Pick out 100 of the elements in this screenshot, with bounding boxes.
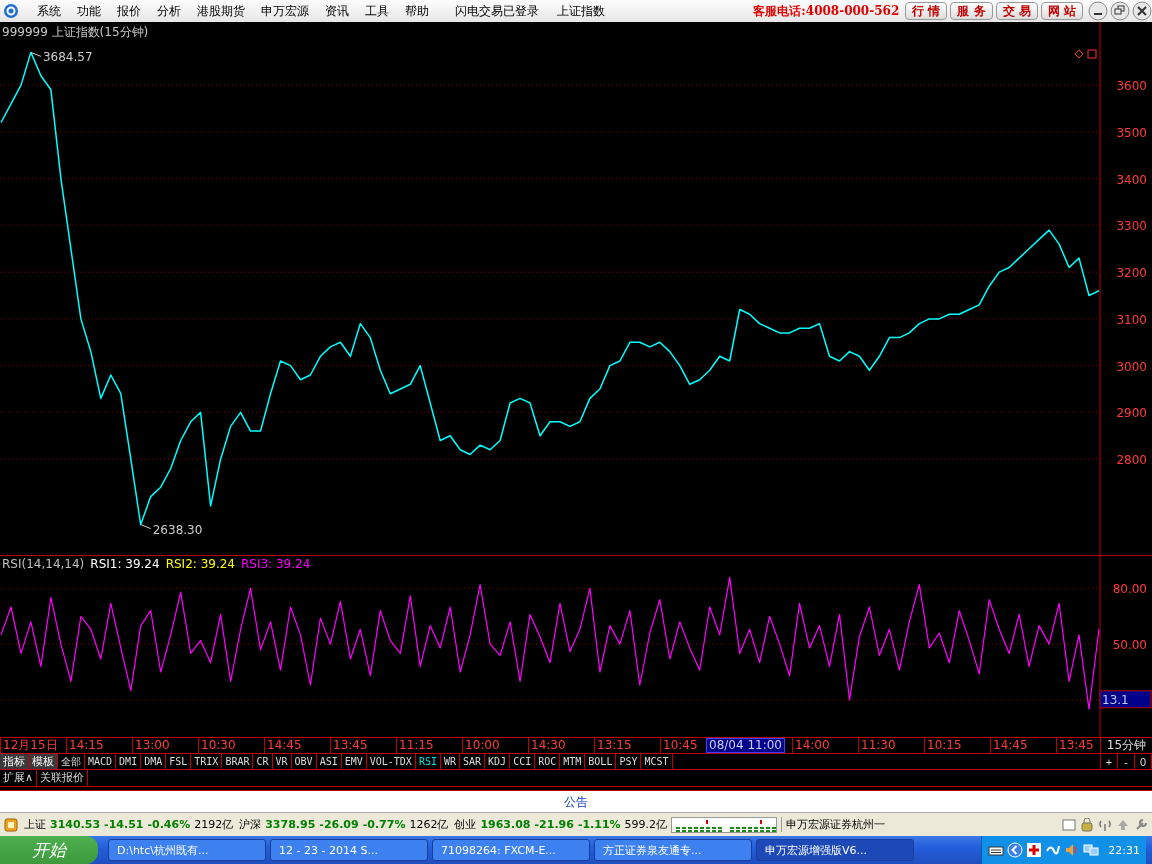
time-label: 12月15日 xyxy=(0,738,66,753)
indicator-tab[interactable]: ROC xyxy=(535,754,561,769)
indicator-tab[interactable]: 指标 xyxy=(0,754,29,769)
index-value: 1963.08 xyxy=(480,818,531,831)
indicator-tab[interactable]: DMA xyxy=(141,754,167,769)
market-bars-icon xyxy=(671,816,778,833)
wrench-icon[interactable] xyxy=(1134,817,1148,832)
site-button[interactable]: 行 情 xyxy=(905,2,948,20)
index-percent: -1.11% xyxy=(577,818,621,831)
axis-label: 3600 xyxy=(1116,79,1147,94)
minimize-icon[interactable] xyxy=(1088,1,1108,21)
menu-item[interactable]: 报价 xyxy=(109,2,149,20)
time-label: 10:30 xyxy=(198,738,264,753)
time-label: 13:15 xyxy=(594,738,660,753)
period-label[interactable]: 15分钟 xyxy=(1100,738,1152,753)
restore-icon[interactable] xyxy=(1110,1,1130,21)
index-change: -14.51 xyxy=(104,818,144,831)
legend-item: RSI1: 39.24 xyxy=(90,557,160,571)
site-button[interactable]: 网 站 xyxy=(1040,2,1083,20)
taskbar-button[interactable]: D:\htc\杭州既有... xyxy=(108,839,266,861)
legend-item: RSI2: 39.24 xyxy=(165,557,235,571)
time-label: 10:00 xyxy=(462,738,528,753)
menu-item[interactable]: 帮助 xyxy=(397,2,437,20)
time-label: 14:45 xyxy=(990,738,1056,753)
indicator-tab[interactable]: CCI xyxy=(510,754,536,769)
axis-label: 50.00 xyxy=(1112,638,1147,653)
indicator-tab[interactable]: KDJ xyxy=(485,754,511,769)
chevron-icon[interactable] xyxy=(1007,842,1024,858)
menu-item[interactable]: 申万宏源 xyxy=(253,2,317,20)
axis-label: 3000 xyxy=(1116,359,1147,374)
index-percent: -0.77% xyxy=(362,818,406,831)
time-label: 11:15 xyxy=(396,738,462,753)
chart-title: 999999 上证指数(15分钟) xyxy=(2,25,149,39)
index-name: 沪深 xyxy=(239,817,262,832)
indicator-tab[interactable]: MACD xyxy=(85,754,117,769)
annotation: 2638.30 xyxy=(152,522,203,537)
extra-tab[interactable]: 扩展∧ xyxy=(0,770,38,786)
index-percent: -0.46% xyxy=(147,818,191,831)
cross-icon[interactable] xyxy=(1026,842,1043,858)
legend-item: RSI(14,14,14) xyxy=(2,557,85,571)
time-label: 13:45 xyxy=(1056,738,1100,753)
time-label: 11:30 xyxy=(858,738,924,753)
index-name: 上证 xyxy=(24,817,46,832)
indicator-tab[interactable]: MCST xyxy=(641,754,673,769)
index-volume: 1262亿 xyxy=(409,817,449,832)
axis-label: 3100 xyxy=(1116,312,1147,327)
login-status: 闪电交易已登录 xyxy=(455,2,539,20)
taskbar-button[interactable]: 方正证券泉友通专... xyxy=(594,839,752,861)
index-change: -21.96 xyxy=(534,818,574,831)
time-label: 14:00 xyxy=(792,738,858,753)
index-volume: 599.2亿 xyxy=(624,817,668,832)
site-button[interactable]: 服 务 xyxy=(950,2,993,20)
index-value: 3140.53 xyxy=(50,818,101,831)
index-volume: 2192亿 xyxy=(194,817,234,832)
cursor-time-label: 08/04 11:00 xyxy=(706,738,785,753)
indicator-tab[interactable]: TRIX xyxy=(191,754,223,769)
clock: 22:31 xyxy=(1108,843,1140,857)
legend-item: RSI3: 39.24 xyxy=(241,557,311,571)
close-icon[interactable] xyxy=(1132,1,1152,21)
indicator-tab[interactable]: DMI xyxy=(116,754,142,769)
site-button[interactable]: 交 易 xyxy=(995,2,1038,20)
hotline-text: 客服电话:4008-000-562 xyxy=(753,2,900,20)
indicator-tab[interactable]: SAR xyxy=(460,754,486,769)
app-logo-icon[interactable] xyxy=(3,3,19,19)
time-label: 14:45 xyxy=(264,738,330,753)
broker-name: 申万宏源证券杭州一 xyxy=(781,817,886,832)
status-icon[interactable] xyxy=(4,817,18,832)
taskbar-button[interactable]: 申万宏源增强版V6... xyxy=(756,839,914,861)
axis-label: 2800 xyxy=(1116,453,1147,468)
extra-tab[interactable]: 关联报价 xyxy=(37,770,89,786)
menu-item[interactable]: 资讯 xyxy=(317,2,357,20)
cursor-reading: 13.1 xyxy=(1099,690,1152,709)
menu-item[interactable]: 港股期货 xyxy=(189,2,253,20)
window-icon[interactable] xyxy=(1062,817,1076,832)
axis-label: 3300 xyxy=(1116,219,1147,234)
keyboard-icon[interactable] xyxy=(988,843,1005,857)
taskbar-button[interactable]: 71098264: FXCM-E... xyxy=(432,839,590,861)
axis-label: 3400 xyxy=(1116,172,1147,187)
time-label: 13:00 xyxy=(132,738,198,753)
axis-label: 3500 xyxy=(1116,125,1147,140)
index-name: 上证指数 xyxy=(557,2,605,20)
axis-label: 80.00 xyxy=(1112,582,1147,597)
time-label: 13:45 xyxy=(330,738,396,753)
network-icon[interactable] xyxy=(1083,842,1100,858)
indicator-tab[interactable]: 全部 xyxy=(58,754,85,769)
annotation: 3684.57 xyxy=(42,50,93,65)
menu-item[interactable]: 分析 xyxy=(149,2,189,20)
indicator-tab[interactable]: MTM xyxy=(560,754,586,769)
taskbar-button[interactable]: 12 - 23 - 2014 S... xyxy=(270,839,428,861)
notice-bar[interactable]: 公告 xyxy=(0,790,1152,812)
time-label: 14:30 xyxy=(528,738,594,753)
menu-item[interactable]: 功能 xyxy=(69,2,109,20)
menu-item[interactable]: 工具 xyxy=(357,2,397,20)
chart-settings-icon[interactable] xyxy=(1074,49,1097,59)
lock-icon[interactable] xyxy=(1080,817,1094,832)
index-value: 3378.95 xyxy=(265,818,316,831)
indicator-tab[interactable]: 模板 xyxy=(29,754,58,769)
axis-label: 2900 xyxy=(1116,406,1147,421)
menu-item[interactable]: 系统 xyxy=(29,2,69,20)
time-label: 10:15 xyxy=(924,738,990,753)
